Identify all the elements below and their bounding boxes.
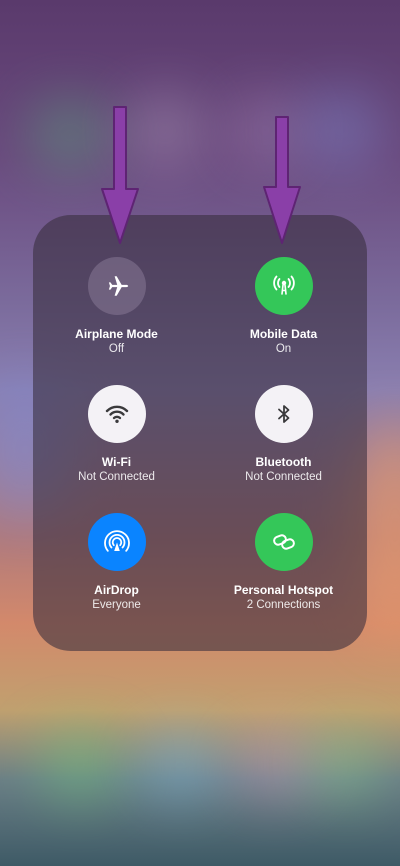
bluetooth-toggle[interactable]: Bluetooth Not Connected (200, 385, 367, 515)
airplane-mode-toggle[interactable]: Airplane Mode Off (33, 257, 200, 387)
airdrop-icon (103, 530, 130, 552)
wifi-icon (105, 405, 128, 423)
airplane-icon (108, 276, 128, 296)
annotation-arrow-down-icon (101, 106, 139, 244)
personal-hotspot-toggle[interactable]: Personal Hotspot 2 Connections (200, 513, 367, 643)
personal-hotspot-label: Personal Hotspot (233, 583, 334, 597)
mobile-data-button[interactable] (254, 257, 313, 315)
airdrop-button[interactable] (87, 513, 146, 571)
bluetooth-status: Not Connected (245, 471, 322, 483)
wifi-status: Not Connected (78, 471, 155, 483)
annotation-arrow-down-icon (263, 116, 301, 244)
bluetooth-button[interactable] (254, 385, 313, 443)
mobile-data-toggle[interactable]: Mobile Data On (200, 257, 367, 387)
blurred-dock-app (235, 730, 315, 800)
bluetooth-label: Bluetooth (255, 455, 312, 469)
personal-hotspot-button[interactable] (254, 513, 313, 571)
airdrop-label: AirDrop (94, 583, 139, 597)
control-center-screen: Airplane Mode Off Mobile Data On Wi-Fi N… (0, 0, 400, 866)
bluetooth-icon (277, 405, 289, 423)
wifi-button[interactable] (87, 385, 146, 443)
mobile-data-status: On (275, 343, 292, 355)
antenna-icon (272, 275, 295, 295)
blurred-dock-app (310, 730, 380, 800)
airplane-mode-label: Airplane Mode (75, 327, 158, 341)
mobile-data-label: Mobile Data (249, 327, 318, 341)
blurred-dock-app (140, 730, 220, 800)
airplane-mode-button[interactable] (87, 257, 146, 315)
connectivity-panel: Airplane Mode Off Mobile Data On Wi-Fi N… (33, 215, 367, 651)
blurred-background-app (130, 95, 200, 165)
hotspot-icon (272, 534, 295, 550)
blurred-background-app (30, 100, 110, 170)
airplane-mode-status: Off (108, 343, 125, 355)
blurred-background-app (300, 90, 380, 170)
blurred-dock-app (40, 730, 120, 800)
airdrop-toggle[interactable]: AirDrop Everyone (33, 513, 200, 643)
wifi-label: Wi-Fi (101, 455, 132, 469)
wifi-toggle[interactable]: Wi-Fi Not Connected (33, 385, 200, 515)
airdrop-status: Everyone (92, 599, 141, 611)
personal-hotspot-status: 2 Connections (246, 599, 321, 611)
